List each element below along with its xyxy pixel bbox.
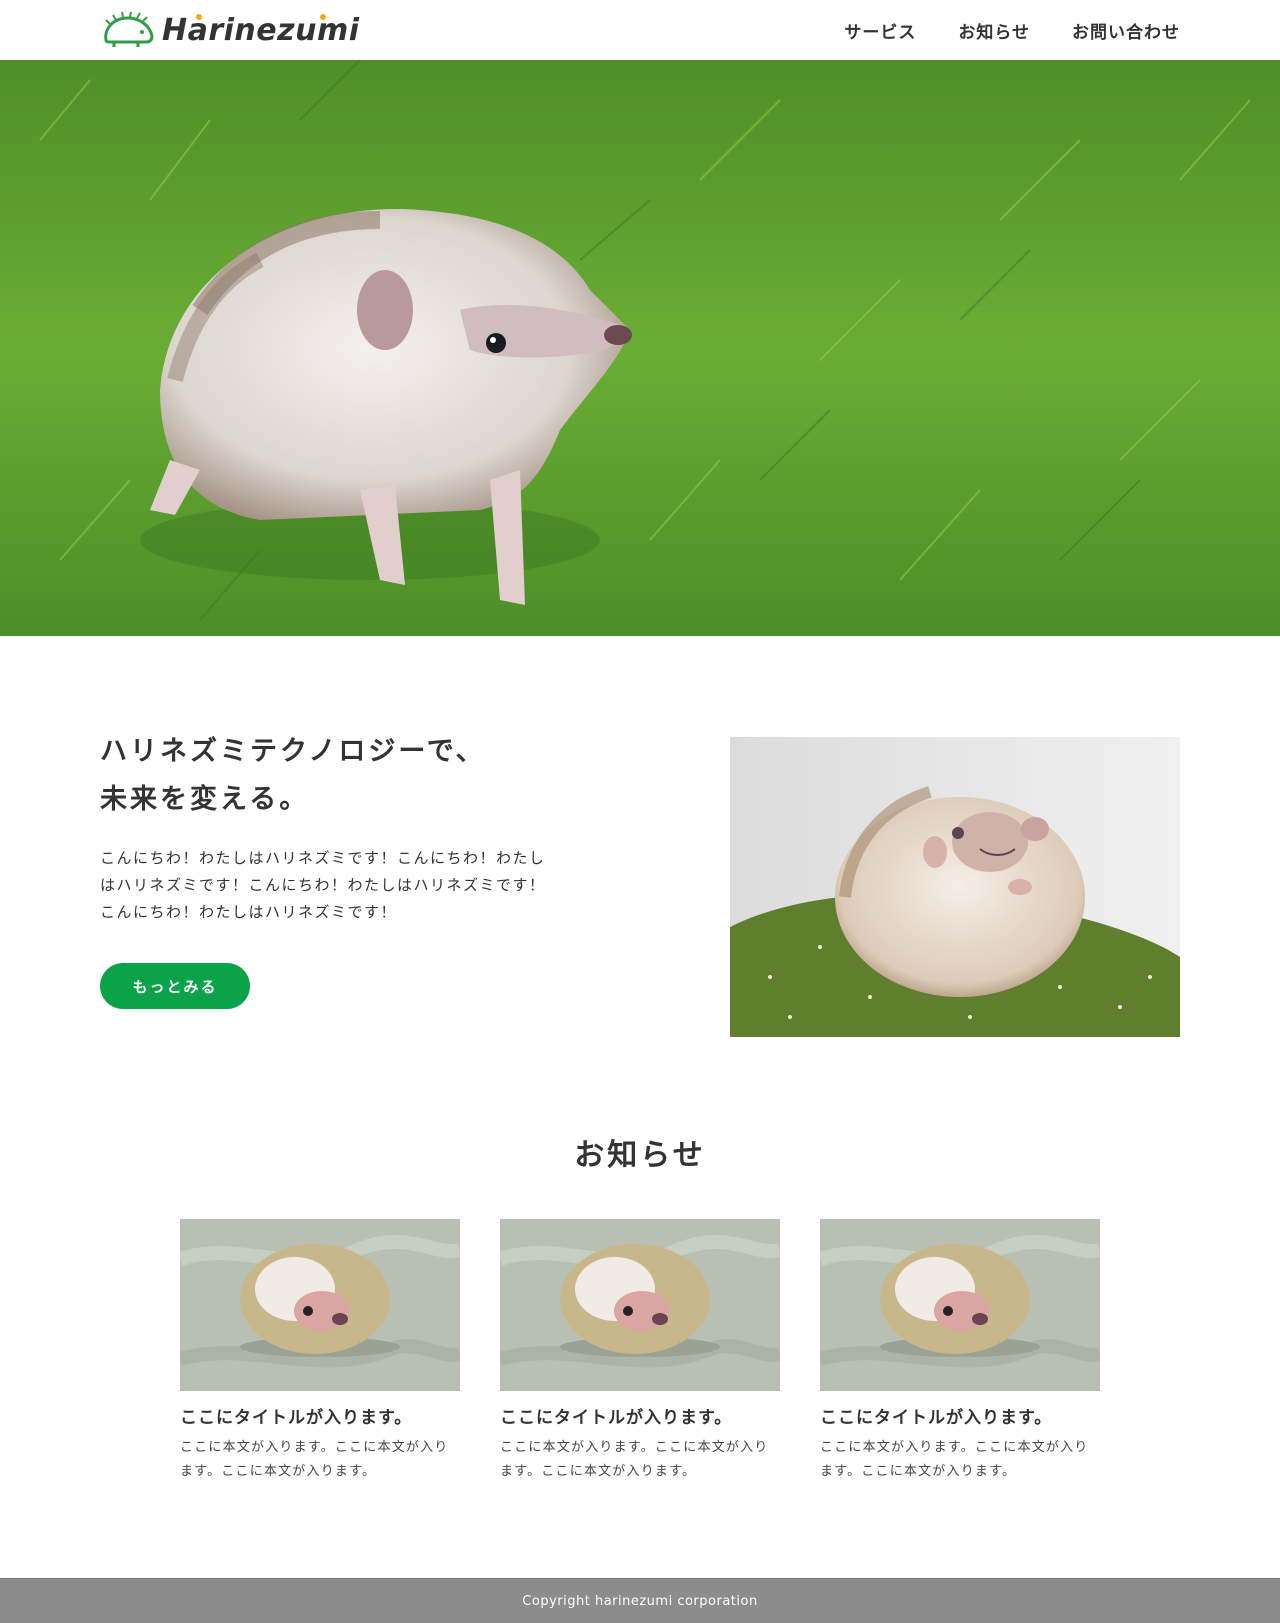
news-card-image: [500, 1219, 780, 1391]
news-card-text: ここに本文が入ります。ここに本文が入ります。ここに本文が入ります。: [500, 1440, 769, 1479]
hedgehog-on-grass-photo: [0, 60, 1280, 636]
nav-item-services[interactable]: サービス: [844, 18, 916, 43]
curled-hedgehog-photo: [500, 1219, 780, 1391]
news-card-image: [180, 1219, 460, 1391]
site-footer: Copyright harinezumi corporation: [0, 1578, 1280, 1623]
news-card[interactable]: ここにタイトルが入ります。 ここに本文が入ります。ここに本文が入ります。ここに本…: [180, 1219, 460, 1484]
about-heading: ハリネズミテクノロジーで、 未来を変える。: [100, 728, 486, 824]
logo-text: Harinezumi: [162, 12, 360, 48]
nav-item-news[interactable]: お知らせ: [958, 18, 1030, 43]
about-text: こんにちわ！わたしはハリネズミです！こんにちわ！わたしはハリネズミです！こんにち…: [100, 849, 546, 921]
site-logo[interactable]: Harinezumi: [100, 8, 360, 52]
more-button[interactable]: もっとみる: [100, 963, 250, 1009]
main-nav: サービス お知らせ お問い合わせ: [844, 0, 1180, 60]
nav-item-contact[interactable]: お問い合わせ: [1072, 18, 1180, 43]
logo-dot-icon: [196, 14, 202, 20]
news-card-title: ここにタイトルが入ります。: [820, 1408, 1053, 1428]
hedgehog-logo-icon: [104, 11, 154, 47]
curled-hedgehog-photo: [820, 1219, 1100, 1391]
curled-hedgehog-photo: [180, 1219, 460, 1391]
hedgehog-on-moss-photo: [730, 737, 1180, 1037]
news-card[interactable]: ここにタイトルが入ります。 ここに本文が入ります。ここに本文が入ります。ここに本…: [500, 1219, 780, 1484]
about-heading-line-1: ハリネズミテクノロジーで、: [100, 736, 486, 767]
news-card[interactable]: ここにタイトルが入ります。 ここに本文が入ります。ここに本文が入ります。ここに本…: [820, 1219, 1100, 1484]
hero-image: [0, 60, 1280, 636]
about-image: [730, 737, 1180, 1037]
news-card-title: ここにタイトルが入ります。: [180, 1408, 413, 1428]
news-card-image: [820, 1219, 1100, 1391]
news-heading: お知らせ: [574, 1138, 706, 1173]
about-heading-line-2: 未来を変える。: [100, 784, 310, 815]
news-card-title: ここにタイトルが入ります。: [500, 1408, 733, 1428]
news-card-text: ここに本文が入ります。ここに本文が入ります。ここに本文が入ります。: [820, 1440, 1089, 1479]
news-card-text: ここに本文が入ります。ここに本文が入ります。ここに本文が入ります。: [180, 1440, 449, 1479]
logo-dot-icon: [320, 14, 326, 20]
copyright-text: Copyright harinezumi corporation: [522, 1593, 758, 1609]
site-header: Harinezumi サービス お知らせ お問い合わせ: [0, 0, 1280, 60]
